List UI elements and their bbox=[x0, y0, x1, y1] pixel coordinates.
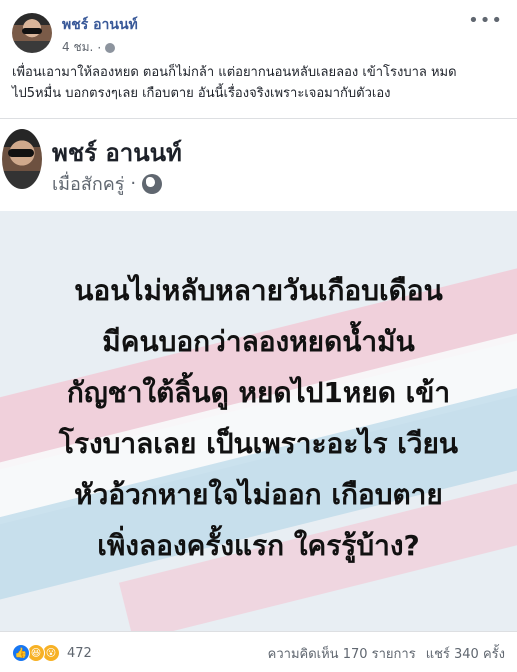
shared-meta: เมื่อสักครู่ · bbox=[52, 169, 163, 198]
shared-separator: · bbox=[130, 173, 137, 194]
reactions-summary[interactable]: 👍 😆 😮 472 bbox=[12, 644, 92, 662]
shared-image[interactable]: พชร์ อานนท์ เมื่อสักครู่ · นอนไม่หลับหลา… bbox=[0, 118, 517, 632]
post-card: พชร์ อานนท์ 4 ชม. · ••• เพื่อนเอามาให้ลอ… bbox=[0, 0, 517, 672]
reaction-count: 472 bbox=[67, 645, 92, 661]
post-footer: 👍 😆 😮 472 ความคิดเห็น 170 รายการ แชร์ 34… bbox=[0, 634, 517, 672]
like-icon: 👍 bbox=[12, 644, 30, 662]
shares-count[interactable]: แชร์ 340 ครั้ง bbox=[426, 643, 505, 664]
poster-line: เพิ่งลองครั้งแรก ใครรู้บ้าง? bbox=[97, 529, 420, 562]
comments-count[interactable]: ความคิดเห็น 170 รายการ bbox=[268, 643, 416, 664]
shared-time: เมื่อสักครู่ bbox=[52, 174, 125, 195]
more-dots-icon[interactable]: ••• bbox=[468, 10, 503, 31]
poster-line: นอนไม่หลับหลายวันเกือบเดือน bbox=[74, 274, 443, 307]
shared-header: พชร์ อานนท์ เมื่อสักครู่ · bbox=[0, 119, 517, 211]
post-meta: 4 ชม. · bbox=[62, 38, 116, 57]
globe-icon bbox=[142, 173, 163, 194]
shared-avatar bbox=[2, 129, 42, 189]
post-time[interactable]: 4 ชม. bbox=[62, 38, 93, 57]
poster-line: กัญชาใต้ลิ้นดู หยดไป1หยด เข้า bbox=[66, 376, 451, 409]
poster: นอนไม่หลับหลายวันเกือบเดือน มีคนบอกว่าลอ… bbox=[0, 211, 517, 631]
separator: · bbox=[97, 40, 102, 55]
post-author[interactable]: พชร์ อานนท์ bbox=[62, 14, 138, 36]
post-caption: เพื่อนเอามาให้ลองหยด ตอนก็ไม่กล้า แต่อยา… bbox=[12, 65, 457, 101]
globe-icon bbox=[105, 42, 116, 53]
avatar[interactable] bbox=[12, 13, 52, 53]
avatar-glasses bbox=[22, 28, 42, 34]
footer-stats: ความคิดเห็น 170 รายการ แชร์ 340 ครั้ง bbox=[268, 643, 505, 664]
poster-line: หัวอ้วกหายใจไม่ออก เกือบตาย bbox=[74, 478, 443, 511]
shared-avatar-glasses bbox=[8, 149, 34, 157]
shared-author: พชร์ อานนท์ bbox=[52, 139, 182, 167]
poster-text: นอนไม่หลับหลายวันเกือบเดือน มีคนบอกว่าลอ… bbox=[0, 265, 517, 571]
poster-line: มีคนบอกว่าลองหยดน้ำมัน bbox=[102, 325, 415, 358]
poster-line: โรงบาลเลย เป็นเพราะอะไร เวียน bbox=[58, 427, 459, 460]
